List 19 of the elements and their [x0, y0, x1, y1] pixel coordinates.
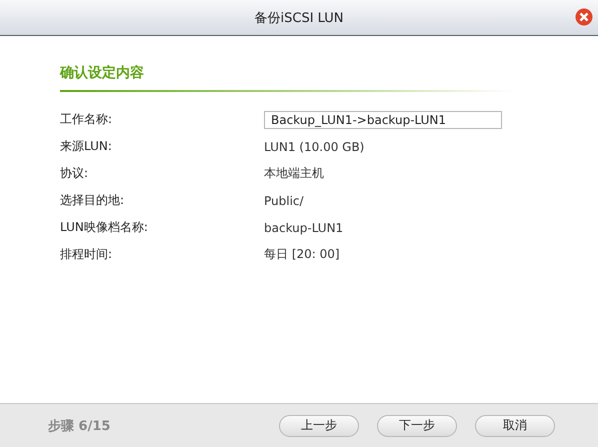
field-label: 排程时间:	[60, 246, 114, 263]
cancel-button[interactable]: 取消	[475, 414, 555, 436]
field-value: backup-LUN1	[264, 220, 344, 234]
window-title: 备份iSCSI LUN	[254, 10, 344, 26]
input-field[interactable]: Backup_LUN1->backup-LUN1	[264, 110, 502, 128]
field-value: LUN1 (10.00 GB)	[264, 140, 364, 154]
field-value: Public/	[264, 194, 304, 208]
field-label: 选择目的地:	[60, 192, 126, 209]
next-button[interactable]: 下一步	[377, 414, 457, 436]
field-value: 每日 [20: 00]	[264, 246, 340, 263]
section-title: 确认设定内容	[60, 64, 145, 83]
back-button[interactable]: 上一步	[279, 414, 359, 436]
step-counter: 步骤 6/15	[48, 418, 112, 434]
field-value: 本地端主机	[264, 165, 324, 182]
close-icon[interactable]	[575, 8, 593, 26]
field-label: 协议:	[60, 165, 90, 182]
field-label: LUN映像档名称:	[60, 219, 149, 236]
field-label: 来源LUN:	[60, 138, 113, 155]
field-label: 工作名称:	[60, 111, 114, 128]
